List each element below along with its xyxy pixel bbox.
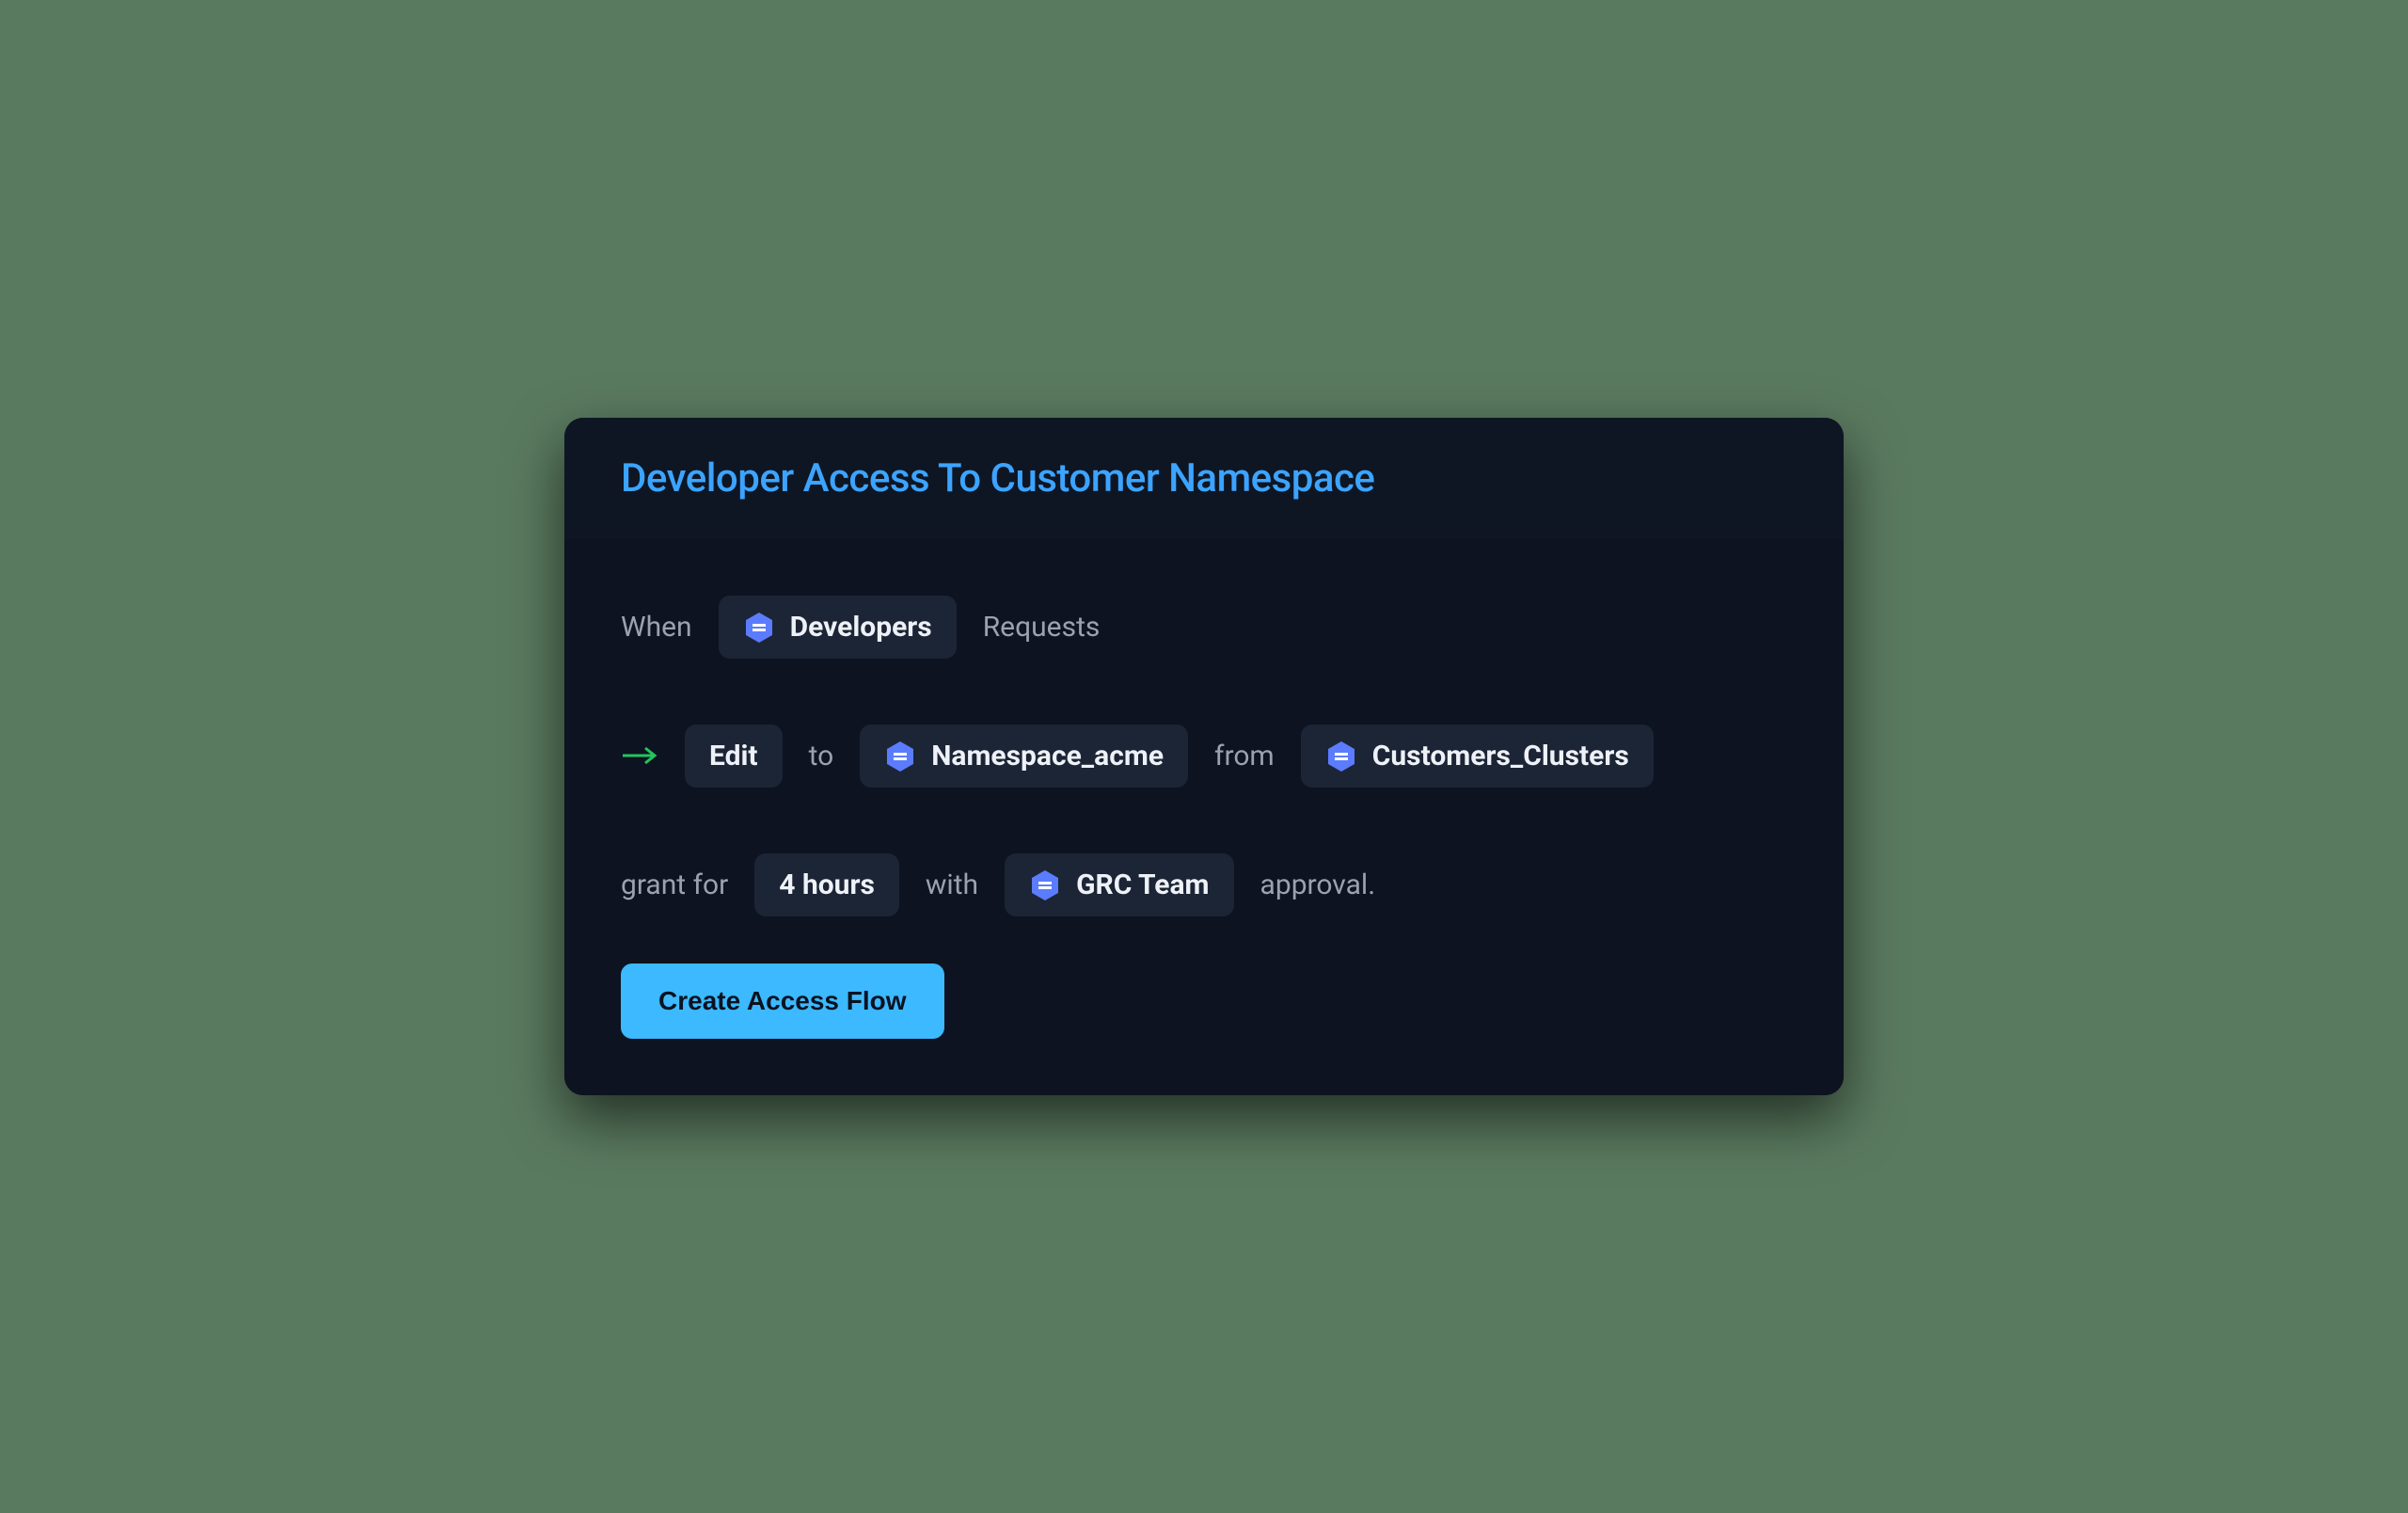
with-label: with: [926, 868, 978, 901]
duration-chip-label: 4 hours: [779, 868, 875, 901]
hexagon-icon: [1029, 869, 1061, 901]
permission-chip[interactable]: Edit: [685, 725, 783, 788]
approver-chip-label: GRC Team: [1076, 868, 1209, 901]
page-title: Developer Access To Customer Namespace: [621, 455, 1787, 502]
cta-label: Create Access Flow: [658, 986, 907, 1015]
duration-chip[interactable]: 4 hours: [754, 853, 899, 916]
hexagon-icon: [1325, 741, 1357, 772]
access-flow-card: Developer Access To Customer Namespace W…: [564, 418, 1844, 1095]
requestor-chip[interactable]: Developers: [719, 596, 957, 659]
grant-label: grant for: [621, 868, 728, 901]
approver-chip[interactable]: GRC Team: [1005, 853, 1233, 916]
requests-label: Requests: [983, 611, 1101, 644]
integration-chip[interactable]: Customers_Clusters: [1301, 725, 1654, 788]
flow-row-grant: grant for 4 hours with GRC Team approval…: [621, 853, 1787, 916]
requestor-chip-label: Developers: [790, 611, 932, 644]
when-label: When: [621, 611, 692, 644]
integration-chip-label: Customers_Clusters: [1372, 740, 1629, 772]
to-label: to: [809, 740, 834, 772]
hexagon-icon: [743, 612, 775, 644]
from-label: from: [1214, 740, 1275, 772]
arrow-right-icon: [621, 738, 658, 775]
permission-chip-label: Edit: [709, 740, 758, 772]
card-header: Developer Access To Customer Namespace: [564, 418, 1844, 539]
flow-row-when: When Developers Requests: [621, 596, 1787, 659]
approval-label: approval.: [1260, 868, 1376, 901]
resource-chip-label: Namespace_acme: [931, 740, 1164, 772]
hexagon-icon: [884, 741, 916, 772]
create-access-flow-button[interactable]: Create Access Flow: [621, 964, 944, 1039]
flow-row-permission: Edit to Namespace_acme from: [621, 725, 1787, 788]
card-body: When Developers Requests: [564, 539, 1844, 1095]
resource-chip[interactable]: Namespace_acme: [860, 725, 1188, 788]
